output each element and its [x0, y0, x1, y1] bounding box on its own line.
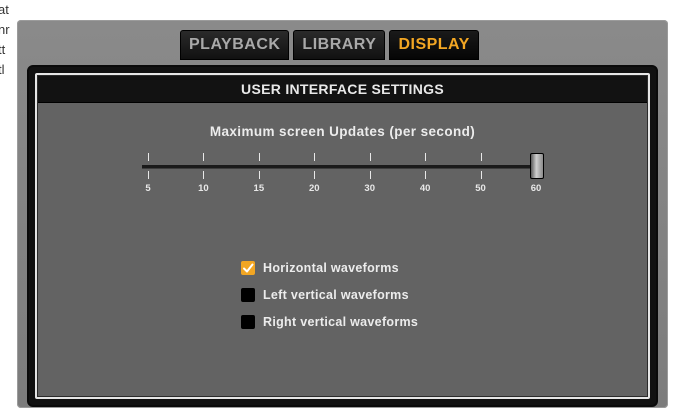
slider-label: Maximum screen Updates (per second) — [209, 124, 476, 139]
slider-tick-label: 5 — [145, 183, 151, 194]
slider-tick-label: 50 — [475, 183, 486, 194]
slider-tick-label: 10 — [198, 183, 209, 194]
slider-tick-mark — [203, 153, 205, 161]
checkbox-row[interactable]: Right vertical waveforms — [241, 310, 418, 334]
section-title: USER INTERFACE SETTINGS — [38, 76, 647, 103]
slider-tick-mark — [203, 171, 205, 179]
checkbox-row[interactable]: Horizontal waveforms — [241, 256, 418, 280]
slider-tick-mark — [148, 171, 149, 179]
slider-tick-mark — [425, 153, 427, 161]
background-text-line: at — [0, 2, 9, 17]
checkbox[interactable] — [241, 261, 255, 275]
slider-tick-label: 20 — [308, 183, 320, 194]
slider-tick-mark — [480, 171, 482, 179]
slider-tick-label: 15 — [253, 183, 265, 194]
slider-tick-mark — [369, 153, 371, 161]
checkbox-label: Right vertical waveforms — [263, 315, 419, 329]
checkbox-row[interactable]: Left vertical waveforms — [241, 283, 418, 307]
slider-track[interactable] — [142, 165, 542, 169]
checkbox[interactable] — [241, 315, 255, 329]
slider-tick-mark — [258, 171, 260, 179]
waveform-options: Horizontal waveforms Left vertical wavefo… — [241, 256, 418, 337]
checkbox[interactable] — [241, 288, 255, 302]
slider-tick-mark — [314, 153, 316, 161]
settings-content: USER INTERFACE SETTINGS Maximum screen U… — [37, 75, 648, 397]
tab-bar: PLAYBACK LIBRARY DISPLAY — [180, 30, 479, 60]
slider-tick-mark — [480, 153, 482, 161]
tab-library[interactable]: LIBRARY — [293, 30, 386, 60]
slider-thumb[interactable] — [530, 153, 544, 179]
checkbox-label: Left vertical waveforms — [263, 288, 409, 302]
tab-playback[interactable]: PLAYBACK — [180, 30, 290, 60]
checkmark-icon — [243, 263, 254, 273]
slider-tick-mark — [258, 153, 260, 161]
tab-display[interactable]: DISPLAY — [389, 30, 479, 60]
slider-tick-label: 30 — [364, 183, 375, 194]
screen-updates-slider[interactable]: 5 10 15 20 30 40 50 60 — [142, 141, 544, 201]
slider-tick-label: 60 — [530, 183, 542, 194]
slider-tick-mark — [314, 171, 316, 179]
slider-tick-label: 40 — [419, 183, 431, 194]
slider-tick-mark — [148, 153, 149, 161]
settings-frame-border: USER INTERFACE SETTINGS Maximum screen U… — [35, 73, 650, 399]
settings-frame: USER INTERFACE SETTINGS Maximum screen U… — [27, 65, 658, 407]
slider-tick-mark — [425, 171, 427, 179]
settings-window: PLAYBACK LIBRARY DISPLAY USER INTERFACE … — [17, 20, 668, 408]
checkbox-label: Horizontal waveforms — [263, 261, 399, 275]
slider-tick-mark — [369, 171, 371, 179]
